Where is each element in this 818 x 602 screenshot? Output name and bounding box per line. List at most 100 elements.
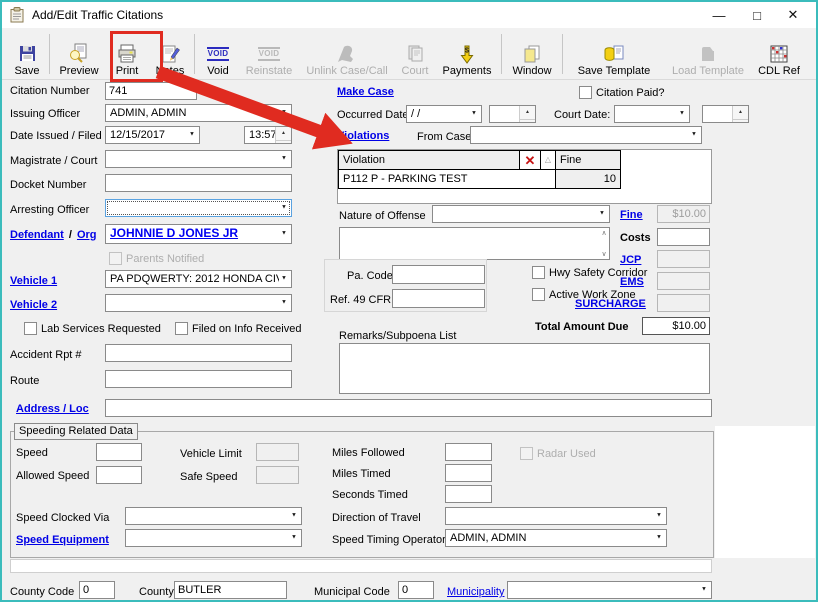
violations-link[interactable]: Violations: [337, 130, 389, 142]
dollar-arrow-icon: $: [457, 43, 477, 64]
date-issued-select[interactable]: 12/15/2017 ▼: [105, 126, 200, 144]
fine-column-header[interactable]: Fine: [555, 150, 621, 170]
occurred-date-select[interactable]: / / ▼: [406, 105, 482, 123]
preview-button[interactable]: Preview: [53, 30, 105, 78]
reinstate-button: VOID Reinstate: [238, 30, 300, 78]
arresting-officer-select[interactable]: ▼: [105, 199, 292, 217]
citation-number-label: Citation Number: [10, 84, 89, 98]
municipality-link[interactable]: Municipality: [447, 586, 504, 598]
accident-rpt-input[interactable]: [105, 344, 292, 362]
violation-column-header[interactable]: Violation: [338, 150, 520, 170]
docket-number-label: Docket Number: [10, 178, 86, 192]
chevron-down-icon: ▼: [281, 228, 287, 241]
docket-number-input[interactable]: [105, 174, 292, 192]
time-issued-spinner[interactable]: 13:57 ▲▼: [244, 126, 292, 144]
allowed-speed-input[interactable]: [96, 466, 142, 484]
speeding-group-title: Speeding Related Data: [14, 423, 138, 440]
violation-cell[interactable]: P112 P - PARKING TEST: [338, 169, 556, 189]
county-input[interactable]: BUTLER: [174, 581, 287, 599]
address-loc-input[interactable]: [105, 399, 712, 417]
fine-cell[interactable]: 10: [555, 169, 621, 189]
pa-code-input[interactable]: [392, 265, 485, 284]
sort-button[interactable]: △: [540, 150, 556, 170]
ref-49cfr-label: Ref. 49 CFR: [330, 293, 391, 307]
ref-49cfr-input[interactable]: [392, 289, 485, 308]
speed-clocked-via-label: Speed Clocked Via: [16, 511, 109, 525]
municipal-code-input[interactable]: 0: [398, 581, 434, 599]
spinner-arrows-icon[interactable]: ▲▼: [732, 106, 748, 122]
total-amount-due-field: $10.00: [642, 317, 710, 335]
floppy-disk-icon: [18, 43, 37, 64]
speed-timing-operator-select[interactable]: ADMIN, ADMIN ▼: [445, 529, 667, 547]
spinner-arrows-icon[interactable]: ▲▼: [519, 106, 535, 122]
offense-description-textarea[interactable]: [339, 227, 610, 260]
costs-label: Costs: [620, 231, 651, 245]
court-button: Court: [394, 30, 436, 78]
hwy-safety-corridor-checkbox[interactable]: [532, 266, 545, 279]
direction-of-travel-select[interactable]: ▼: [445, 507, 667, 525]
speed-equipment-select[interactable]: ▼: [125, 529, 302, 547]
background-panel: [715, 426, 815, 558]
red-x-icon: ✕: [525, 154, 536, 167]
speed-equipment-link[interactable]: Speed Equipment: [16, 534, 109, 546]
remarks-textarea[interactable]: [339, 343, 710, 394]
filed-on-info-label: Filed on Info Received: [192, 322, 301, 336]
issuing-officer-select[interactable]: ADMIN, ADMIN ▼: [105, 104, 292, 122]
lab-services-label: Lab Services Requested: [41, 322, 161, 336]
magistrate-select[interactable]: ▼: [105, 150, 292, 168]
address-loc-link[interactable]: Address / Loc: [16, 403, 89, 415]
save-template-button[interactable]: Save Template: [566, 30, 662, 78]
disk-page-icon: [603, 43, 625, 64]
occurred-time-spinner[interactable]: ▲▼: [489, 105, 536, 123]
citation-paid-checkbox[interactable]: [579, 86, 592, 99]
minimize-button[interactable]: —: [702, 2, 736, 28]
fine-link[interactable]: Fine: [620, 209, 643, 221]
court-date-select[interactable]: ▼: [614, 105, 690, 123]
maximize-button[interactable]: □: [740, 2, 774, 28]
spinner-arrows-icon[interactable]: ▲▼: [275, 127, 291, 143]
chevron-down-icon: ▼: [656, 532, 662, 545]
make-case-row: Make Case: [337, 85, 394, 99]
lab-services-checkbox[interactable]: [24, 322, 37, 335]
defendant-link[interactable]: Defendant: [10, 229, 64, 241]
filed-on-info-checkbox[interactable]: [175, 322, 188, 335]
scroll-arrows-icon[interactable]: ∧∨: [598, 229, 610, 258]
speed-clocked-via-select[interactable]: ▼: [125, 507, 302, 525]
void-stamp-icon: VOID: [207, 43, 230, 64]
save-button[interactable]: Save: [8, 30, 46, 78]
active-work-zone-checkbox[interactable]: [532, 288, 545, 301]
seconds-timed-input[interactable]: [445, 485, 492, 503]
defendant-select[interactable]: JOHNNIE D JONES JR ▼: [105, 224, 292, 244]
vehicle1-select[interactable]: PA PDQWERTY: 2012 HONDA CIV ▼: [105, 270, 292, 288]
county-code-input[interactable]: 0: [79, 581, 115, 599]
add-edit-traffic-citations-window: Add/Edit Traffic Citations — □ ✕ Save Pr…: [0, 0, 818, 602]
route-input[interactable]: [105, 370, 292, 388]
make-case-link[interactable]: Make Case: [337, 86, 394, 98]
issuing-officer-label: Issuing Officer: [10, 107, 80, 121]
vehicle2-link[interactable]: Vehicle 2: [10, 299, 57, 311]
org-link[interactable]: Org: [77, 229, 97, 241]
jcp-link[interactable]: JCP: [620, 254, 641, 266]
municipality-select[interactable]: ▼: [507, 581, 712, 599]
chevron-down-icon: ▼: [281, 202, 287, 215]
nature-of-offense-select[interactable]: ▼: [432, 205, 610, 223]
window-button[interactable]: Window: [505, 30, 559, 78]
delete-violation-button[interactable]: ✕: [519, 150, 541, 170]
vehicle1-link[interactable]: Vehicle 1: [10, 275, 57, 287]
vehicle2-select[interactable]: ▼: [105, 294, 292, 312]
radar-used-checkbox: [520, 447, 533, 460]
miles-followed-input[interactable]: [445, 443, 492, 461]
miles-timed-input[interactable]: [445, 464, 492, 482]
void-button[interactable]: VOID Void: [198, 30, 238, 78]
pa-code-label: Pa. Code: [347, 269, 393, 283]
close-button[interactable]: ✕: [776, 2, 810, 28]
vehicle-limit-field: [256, 443, 299, 461]
speed-input[interactable]: [96, 443, 142, 461]
court-time-spinner[interactable]: ▲▼: [702, 105, 749, 123]
cdl-ref-button[interactable]: CDL Ref: [754, 30, 804, 78]
citation-number-input[interactable]: 741: [105, 82, 197, 100]
from-case-select[interactable]: ▼: [470, 126, 702, 144]
costs-input[interactable]: [657, 228, 710, 246]
municipality-row: Municipality: [447, 585, 504, 599]
payments-button[interactable]: $ Payments: [436, 30, 498, 78]
